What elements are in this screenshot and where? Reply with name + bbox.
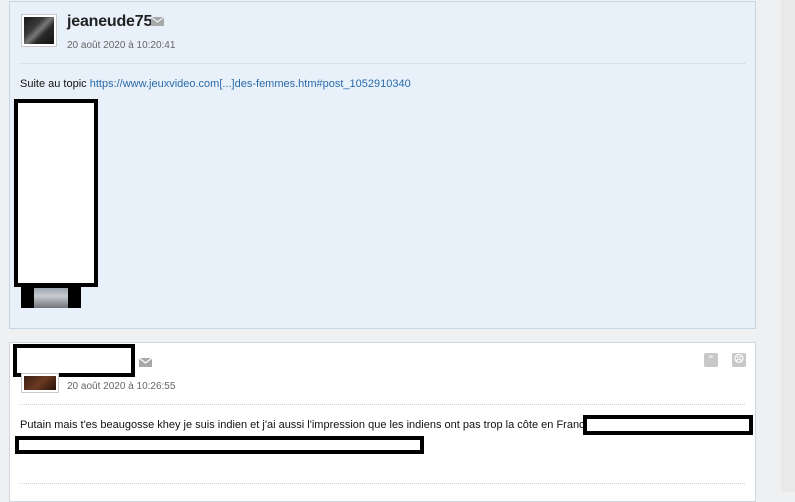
redacted-image <box>14 99 98 287</box>
page-scrollbar[interactable] <box>781 0 795 492</box>
image-thumbnail[interactable] <box>21 287 81 308</box>
post-date[interactable]: 20 août 2020 à 10:26:55 <box>67 381 175 392</box>
forum-post: jeaneude75 20 août 2020 à 10:20:41 Suite… <box>9 1 756 329</box>
user-avatar[interactable] <box>21 373 59 393</box>
topic-link[interactable]: https://www.jeuxvideo.com[...]des-femmes… <box>90 78 411 90</box>
divider <box>20 63 745 64</box>
divider <box>20 404 745 405</box>
avatar-image <box>24 17 54 44</box>
quote-icon[interactable]: “ <box>704 353 718 367</box>
envelope-icon[interactable] <box>151 17 164 26</box>
sad-face-icon[interactable]: ☹ <box>732 353 746 367</box>
redacted-text <box>583 415 753 435</box>
avatar-image <box>24 376 56 390</box>
user-avatar[interactable] <box>21 14 57 47</box>
post-date[interactable]: 20 août 2020 à 10:20:41 <box>67 40 175 51</box>
envelope-icon[interactable] <box>139 358 152 367</box>
divider <box>20 483 745 484</box>
redacted-text <box>15 436 424 454</box>
post-message: Suite au topic https://www.jeuxvideo.com… <box>20 78 411 90</box>
thumbnail-photo <box>34 288 68 308</box>
post-message: Putain mais t'es beaugosse khey je suis … <box>20 419 594 431</box>
post-author[interactable]: jeaneude75 <box>67 13 152 31</box>
message-text: Suite au topic <box>20 78 90 90</box>
forum-post: 20 août 2020 à 10:26:55 “ ☹ Putain mais … <box>9 342 756 502</box>
